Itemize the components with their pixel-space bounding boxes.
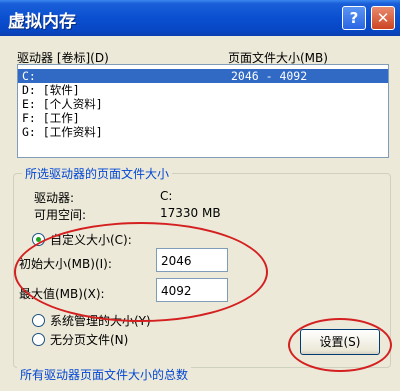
drive-row-g[interactable]: G: [工作资料]: [18, 125, 388, 139]
custom-size-label[interactable]: 自定义大小(C):: [50, 231, 132, 248]
initial-size-input[interactable]: 2046: [156, 248, 228, 272]
custom-size-radio[interactable]: [32, 233, 45, 246]
drive-label: F: [工作]: [22, 111, 80, 125]
help-button[interactable]: ?: [342, 6, 366, 30]
drive-row-e[interactable]: E: [个人资料]: [18, 97, 388, 111]
system-managed-label[interactable]: 系统管理的大小(Y): [50, 312, 151, 329]
totals-group-title: 所有驱动器页面文件大小的总数: [17, 366, 192, 383]
drive-field-value: C:: [160, 189, 173, 203]
max-size-input[interactable]: 4092: [156, 278, 228, 302]
no-paging-file-label[interactable]: 无分页文件(N): [50, 331, 128, 348]
drive-field-label: 驱动器:: [34, 191, 75, 205]
free-space-label: 可用空间:: [34, 208, 87, 222]
drive-label: D: [软件]: [22, 83, 80, 97]
close-button[interactable]: ✕: [371, 6, 395, 30]
drive-label: C:: [22, 69, 36, 83]
max-size-label: 最大值(MB)(X):: [19, 287, 105, 301]
selected-drive-group-title: 所选驱动器的页面文件大小: [22, 165, 173, 182]
set-button[interactable]: 设置(S): [300, 329, 380, 355]
drive-row-f[interactable]: F: [工作]: [18, 111, 388, 125]
window-title: 虚拟内存: [8, 12, 76, 32]
drive-label: E: [个人资料]: [22, 97, 103, 111]
title-bar[interactable]: 虚拟内存 ? ✕: [0, 0, 400, 36]
drive-row-c[interactable]: C: 2046 - 4092: [18, 69, 388, 83]
initial-size-label: 初始大小(MB)(I):: [19, 257, 112, 271]
drive-row-d[interactable]: D: [软件]: [18, 83, 388, 97]
drive-label: G: [工作资料]: [22, 125, 103, 139]
drive-list[interactable]: C: 2046 - 4092 D: [软件] E: [个人资料] F: [工作]…: [17, 64, 389, 158]
drive-size: 2046 - 4092: [231, 69, 308, 83]
system-managed-radio[interactable]: [32, 314, 45, 327]
free-space-value: 17330 MB: [160, 206, 221, 220]
close-icon: ✕: [376, 9, 390, 27]
help-icon: ?: [349, 9, 359, 27]
no-paging-file-radio[interactable]: [32, 333, 45, 346]
